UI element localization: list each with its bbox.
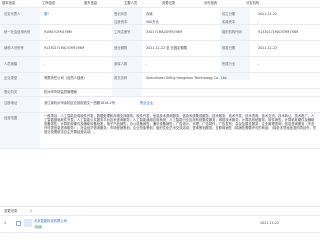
label-col-3 xyxy=(220,8,250,80)
label-staff-size: 人员规模 xyxy=(4,62,18,66)
label-status: 登记状态 xyxy=(114,12,128,16)
tab-5[interactable]: 变更记录 xyxy=(162,1,175,5)
label-founded: 成立日期 xyxy=(222,12,236,16)
term-value: 2021-11-22 至 无固定期限 xyxy=(146,46,188,50)
org-code-value: 91330171MA7GYM1Y8M xyxy=(258,30,299,34)
taxpayer-id-value: 91330171MA7GYM1Y8M xyxy=(44,46,85,50)
row-line xyxy=(0,112,320,113)
founded-value: 2021-11-22 xyxy=(258,12,278,16)
row-line xyxy=(0,148,320,149)
scope-value: 一般项目：人工智能应用软件开发；数据处理和存储支持服务；软件开发；信息技术咨询服… xyxy=(44,114,316,134)
tab-4[interactable]: 主要人员 xyxy=(124,1,137,5)
label-org-code: 组织机构代码 xyxy=(222,30,242,34)
row-line xyxy=(0,96,320,97)
staff-size-value: - xyxy=(44,62,46,66)
tab-3[interactable]: 股东信息 xyxy=(84,1,97,5)
paid-capital-value: - xyxy=(258,20,260,24)
reg-capital-value: 500万元 xyxy=(146,20,159,24)
label-paid-capital: 实缴资本 xyxy=(222,20,236,24)
company-type-value: 有限责任公司（自然人独资） xyxy=(44,76,87,80)
section-count: 1 xyxy=(30,209,33,213)
tabs-divider xyxy=(0,7,320,8)
row-date: 2021-11-22 xyxy=(260,221,280,225)
nearby-link[interactable]: 附近企业 xyxy=(140,101,153,105)
company-logo-icon xyxy=(24,219,32,227)
credit-code-value: 91MA7GYM1Y8M xyxy=(44,30,72,34)
section-divider xyxy=(0,206,320,207)
tab-6[interactable]: 对外投资 xyxy=(204,1,217,5)
status-value: 存续 xyxy=(146,12,153,16)
label-company-type: 企业类型 xyxy=(4,76,18,80)
label-insured: 参保人数 xyxy=(114,62,128,66)
label-term: 营业期限 xyxy=(114,46,128,50)
legal-rep-value[interactable]: 唐* xyxy=(44,12,49,16)
label-credit-code: 统一社会信用代码 xyxy=(4,30,31,34)
label-reg-no: 工商注册号 xyxy=(114,30,131,34)
status-badge: 存续 xyxy=(34,225,43,229)
tab-2[interactable]: 工商信息 xyxy=(42,1,55,5)
label-industry: 所属行业 xyxy=(222,62,236,66)
insured-value: - xyxy=(146,62,148,66)
label-address: 注册地址 xyxy=(4,101,18,105)
english-name-value: Shenzhiwei Gifing Hangzhou Technology Co… xyxy=(146,76,228,80)
label-legal-rep: 法定代表人 xyxy=(4,12,21,16)
approval-date-value: 2021-11-22 xyxy=(258,46,278,50)
row-line xyxy=(0,24,320,25)
label-registry: 登记机关 xyxy=(4,90,18,94)
row-line xyxy=(0,88,320,89)
row-line xyxy=(0,56,320,57)
row-line xyxy=(0,232,320,233)
row-line xyxy=(0,215,320,216)
row-index: 1 xyxy=(4,221,7,225)
registry-value: 杭州市市场监督管理局 xyxy=(44,90,77,94)
company-name-link[interactable]: 北京智能科技有限公司 xyxy=(34,219,67,223)
label-approval-date: 核准日期 xyxy=(222,46,236,50)
address-value: 浙江省杭州市余杭区仓前街道文一西路1818-2号 xyxy=(44,101,116,105)
tab-7[interactable]: 分支机构 xyxy=(246,1,259,5)
label-english-name: 英文名称 xyxy=(114,76,128,80)
label-reg-capital: 注册资本 xyxy=(114,20,128,24)
industry-value: - xyxy=(258,62,260,66)
reg-no-value: 330171MA2GYM1Y8M xyxy=(146,30,183,34)
row-line xyxy=(0,72,320,73)
row-line xyxy=(0,40,320,41)
label-scope: 经营范围 xyxy=(4,116,18,120)
label-taxpayer-id: 纳税人识别号 xyxy=(4,46,24,50)
expand-icon[interactable] xyxy=(16,221,21,226)
tab-1[interactable]: 基本信息 xyxy=(2,1,15,5)
section-title: 变更记录 xyxy=(4,209,18,213)
